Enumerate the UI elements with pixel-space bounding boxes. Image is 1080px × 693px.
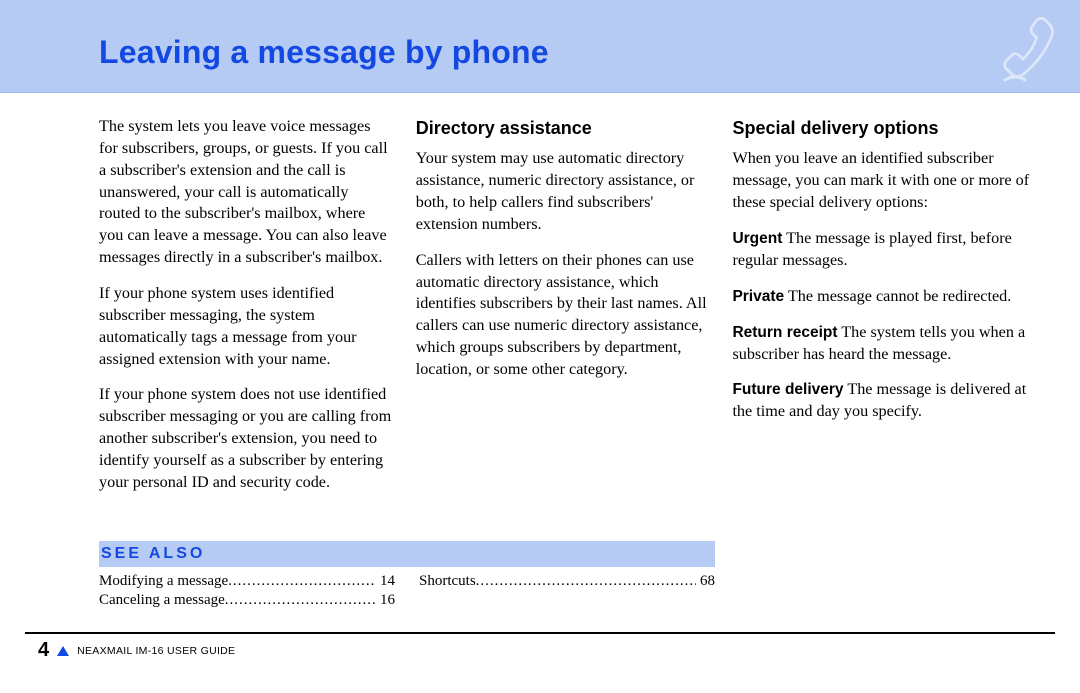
intro-paragraph-1: The system lets you leave voice messages…: [99, 116, 392, 269]
special-heading: Special delivery options: [732, 116, 1039, 140]
toc-leader: [476, 573, 696, 590]
guide-title: NEAXMAIL IM-16 USER GUIDE: [77, 645, 235, 657]
toc-leader: [228, 573, 376, 590]
option-private-label: Private: [732, 288, 784, 305]
toc-page: 14: [376, 573, 395, 590]
footer: 4 NEAXMAIL IM-16 USER GUIDE: [38, 639, 235, 662]
toc-label: Canceling a message: [99, 592, 225, 609]
toc-row: Shortcuts 68: [419, 573, 715, 590]
special-intro: When you leave an identified subscriber …: [732, 148, 1039, 214]
option-return-label: Return receipt: [732, 324, 837, 341]
option-future-delivery: Future delivery The message is delivered…: [732, 379, 1039, 423]
see-also-title: See Also: [101, 545, 205, 563]
see-also-section: See Also Modifying a message 14 Cancelin…: [99, 541, 715, 611]
see-also-band: See Also: [99, 541, 715, 567]
toc-page: 68: [696, 573, 715, 590]
toc-row: Modifying a message 14: [99, 573, 395, 590]
toc-leader: [225, 592, 376, 609]
option-urgent: Urgent The message is played first, befo…: [732, 228, 1039, 272]
intro-paragraph-2: If your phone system uses identified sub…: [99, 283, 392, 370]
page-number: 4: [38, 639, 49, 662]
toc-page: 16: [376, 592, 395, 609]
option-private-text: The message cannot be redirected.: [784, 287, 1011, 305]
directory-paragraph-1: Your system may use automatic directory …: [416, 148, 709, 235]
page-title: Leaving a message by phone: [99, 34, 549, 71]
option-future-label: Future delivery: [732, 381, 843, 398]
intro-paragraph-3: If your phone system does not use identi…: [99, 384, 392, 493]
triangle-icon: [57, 646, 69, 656]
option-urgent-label: Urgent: [732, 230, 782, 247]
directory-heading: Directory assistance: [416, 116, 709, 140]
footer-rule: [25, 632, 1055, 634]
see-also-columns: Modifying a message 14 Canceling a messa…: [99, 573, 715, 611]
column-3: Special delivery options When you leave …: [732, 116, 1039, 508]
option-private: Private The message cannot be redirected…: [732, 286, 1039, 308]
see-also-col-right: Shortcuts 68: [419, 573, 715, 611]
telephone-icon: [998, 14, 1060, 86]
toc-row: Canceling a message 16: [99, 592, 395, 609]
toc-label: Modifying a message: [99, 573, 228, 590]
option-return-receipt: Return receipt The system tells you when…: [732, 322, 1039, 366]
column-1: The system lets you leave voice messages…: [99, 116, 392, 508]
directory-paragraph-2: Callers with letters on their phones can…: [416, 250, 709, 381]
content-columns: The system lets you leave voice messages…: [99, 116, 1039, 508]
column-2: Directory assistance Your system may use…: [416, 116, 709, 508]
header-rule: [0, 92, 1080, 93]
page-root: Leaving a message by phone The system le…: [0, 0, 1080, 693]
toc-label: Shortcuts: [419, 573, 476, 590]
see-also-col-left: Modifying a message 14 Canceling a messa…: [99, 573, 395, 611]
